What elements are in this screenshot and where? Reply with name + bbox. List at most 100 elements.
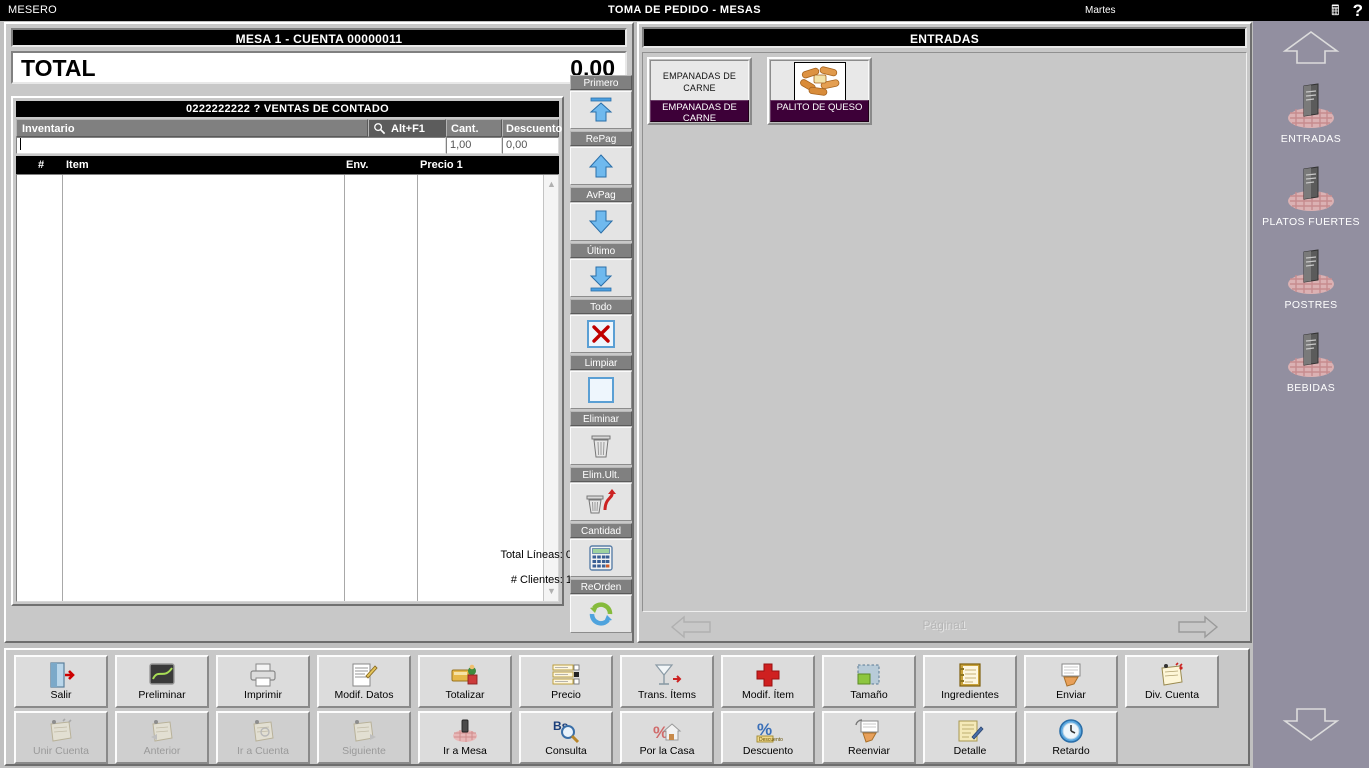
- button-label: Precio: [551, 689, 581, 701]
- grid-col-price: Precio 1: [420, 159, 463, 171]
- reenviar-button[interactable]: Reenviar: [822, 711, 916, 764]
- menu-item-picture: EMPANADAS DE CARNE: [650, 60, 749, 103]
- detalle-button[interactable]: Detalle: [923, 711, 1017, 764]
- delete-button[interactable]: [570, 427, 632, 465]
- goto-bill-icon: [218, 713, 308, 745]
- anterior-button[interactable]: Anterior: [115, 711, 209, 764]
- items-grid-body[interactable]: ▲ ▼: [16, 174, 559, 602]
- tool-label-todo: Todo: [570, 299, 632, 314]
- siguiente-button[interactable]: Siguiente: [317, 711, 411, 764]
- table-account-header: MESA 1 - CUENTA 00000011: [11, 28, 627, 47]
- sidebar-item-label: POSTRES: [1284, 299, 1338, 311]
- tool-label-avpag: AvPag: [570, 187, 632, 202]
- exit-door-icon: [16, 657, 106, 689]
- div-cuenta-button[interactable]: Div. Cuenta: [1125, 655, 1219, 708]
- arrow-up-to-line-icon: [589, 97, 613, 122]
- tool-label-elim-ult: Elim.Ult.: [570, 467, 632, 482]
- scroll-up-icon[interactable]: ▲: [544, 177, 559, 192]
- button-label: Por la Casa: [639, 745, 695, 757]
- por-la-casa-button[interactable]: % Por la Casa: [620, 711, 714, 764]
- button-label: Div. Cuenta: [1144, 689, 1200, 701]
- total-lines-label: Total Líneas: 0: [500, 549, 572, 561]
- trans-items-button[interactable]: Trans. Ítems: [620, 655, 714, 708]
- send-hand-icon: [1026, 657, 1116, 689]
- next-bill-icon: [319, 713, 409, 745]
- cash-register-icon: [420, 657, 510, 689]
- ingredientes-button[interactable]: Ingredientes: [923, 655, 1017, 708]
- totalizar-button[interactable]: Totalizar: [418, 655, 512, 708]
- cheese-sticks-icon: [795, 63, 844, 100]
- imprimir-button[interactable]: Imprimir: [216, 655, 310, 708]
- tool-label-primero: Primero: [570, 75, 632, 90]
- page-down-button[interactable]: [570, 203, 632, 241]
- total-box: TOTAL 0,00: [11, 51, 627, 84]
- sidebar-item-postres[interactable]: POSTRES: [1253, 245, 1369, 325]
- grid-scrollbar[interactable]: ▲ ▼: [543, 175, 558, 601]
- delete-last-button[interactable]: [570, 483, 632, 521]
- trash-undo-icon: [586, 489, 616, 514]
- tamano-button[interactable]: Tamaño: [822, 655, 916, 708]
- sidebar-item-entradas[interactable]: ENTRADAS: [1253, 79, 1369, 159]
- first-button[interactable]: [570, 91, 632, 129]
- tool-label-cantidad: Cantidad: [570, 523, 632, 538]
- titlebar-icons: 🖩 ?: [1321, 0, 1363, 21]
- customer-bar: 0222222222 ? VENTAS DE CONTADO: [16, 101, 559, 117]
- last-button[interactable]: [570, 259, 632, 297]
- calculator-icon[interactable]: 🖩: [1331, 0, 1339, 21]
- sidebar-item-bebidas[interactable]: BEBIDAS: [1253, 328, 1369, 408]
- menu-item-button[interactable]: EMPANADAS DE CARNE EMPANADAS DE CARNE: [647, 57, 752, 125]
- button-label: Trans. Ítems: [638, 689, 696, 701]
- sidebar-item-label: ENTRADAS: [1280, 133, 1342, 145]
- page-label: Página1: [922, 618, 967, 632]
- preliminar-button[interactable]: Preliminar: [115, 655, 209, 708]
- menu-pager: Página1: [642, 614, 1247, 640]
- salir-button[interactable]: Salir: [14, 655, 108, 708]
- refresh-icon: [589, 602, 613, 626]
- menu-item-button[interactable]: PALITO DE QUESO: [767, 57, 872, 125]
- modif-item-button[interactable]: Modif. Ítem: [721, 655, 815, 708]
- search-button[interactable]: Alt+F1: [368, 119, 446, 137]
- items-grid-header: # Item Env. Precio 1: [16, 156, 559, 174]
- ir-a-cuenta-button[interactable]: Ir a Cuenta: [216, 711, 310, 764]
- menu-book-icon: [1253, 328, 1369, 380]
- inventory-input[interactable]: [16, 137, 446, 154]
- consulta-button[interactable]: Bs Consulta: [519, 711, 613, 764]
- clear-button[interactable]: [570, 371, 632, 409]
- sidebar-scroll-down-button[interactable]: [1253, 705, 1369, 748]
- quantity-button[interactable]: [570, 539, 632, 577]
- notebook-icon: [925, 657, 1015, 689]
- descuento-button[interactable]: % Descuento Descuento: [721, 711, 815, 764]
- sidebar-scroll-up-button[interactable]: [1253, 29, 1369, 72]
- tool-label-repag: RePag: [570, 131, 632, 146]
- precio-button[interactable]: Precio: [519, 655, 613, 708]
- title-bar: MESERO TOMA DE PEDIDO - MESAS Martes 🖩 ?: [0, 0, 1369, 21]
- enviar-button[interactable]: Enviar: [1024, 655, 1118, 708]
- scroll-down-icon[interactable]: ▼: [544, 584, 559, 599]
- clear-all-button[interactable]: [570, 315, 632, 353]
- preview-icon: [117, 657, 207, 689]
- question-mark-icon[interactable]: ?: [1353, 0, 1363, 21]
- ir-a-mesa-button[interactable]: Ir a Mesa: [418, 711, 512, 764]
- menu-item-picture: [770, 60, 869, 103]
- detail-notes-icon: [925, 713, 1015, 745]
- sidebar-item-platos-fuertes[interactable]: PLATOS FUERTES: [1253, 162, 1369, 242]
- arrow-up-icon: [1282, 31, 1340, 64]
- red-x-icon: [587, 320, 615, 348]
- search-icon: [374, 123, 386, 135]
- button-label: Ingredientes: [941, 689, 999, 701]
- arrow-down-icon: [1282, 708, 1340, 741]
- cocktail-transfer-icon: [622, 657, 712, 689]
- modif-datos-button[interactable]: Modif. Datos: [317, 655, 411, 708]
- reorder-button[interactable]: [570, 595, 632, 633]
- menu-on-tablecloth-icon: [1288, 83, 1334, 128]
- quantity-column-header: Cant.: [446, 119, 502, 137]
- button-label: Anterior: [143, 745, 181, 757]
- search-shortcut-label: Alt+F1: [391, 123, 425, 135]
- total-label: TOTAL: [21, 55, 96, 81]
- page-up-button[interactable]: [570, 147, 632, 185]
- price-list-icon: [521, 657, 611, 689]
- discount-input[interactable]: 0,00: [502, 137, 559, 154]
- unir-cuenta-button[interactable]: Unir Cuenta: [14, 711, 108, 764]
- retardo-button[interactable]: Retardo: [1024, 711, 1118, 764]
- quantity-input[interactable]: 1,00: [446, 137, 502, 154]
